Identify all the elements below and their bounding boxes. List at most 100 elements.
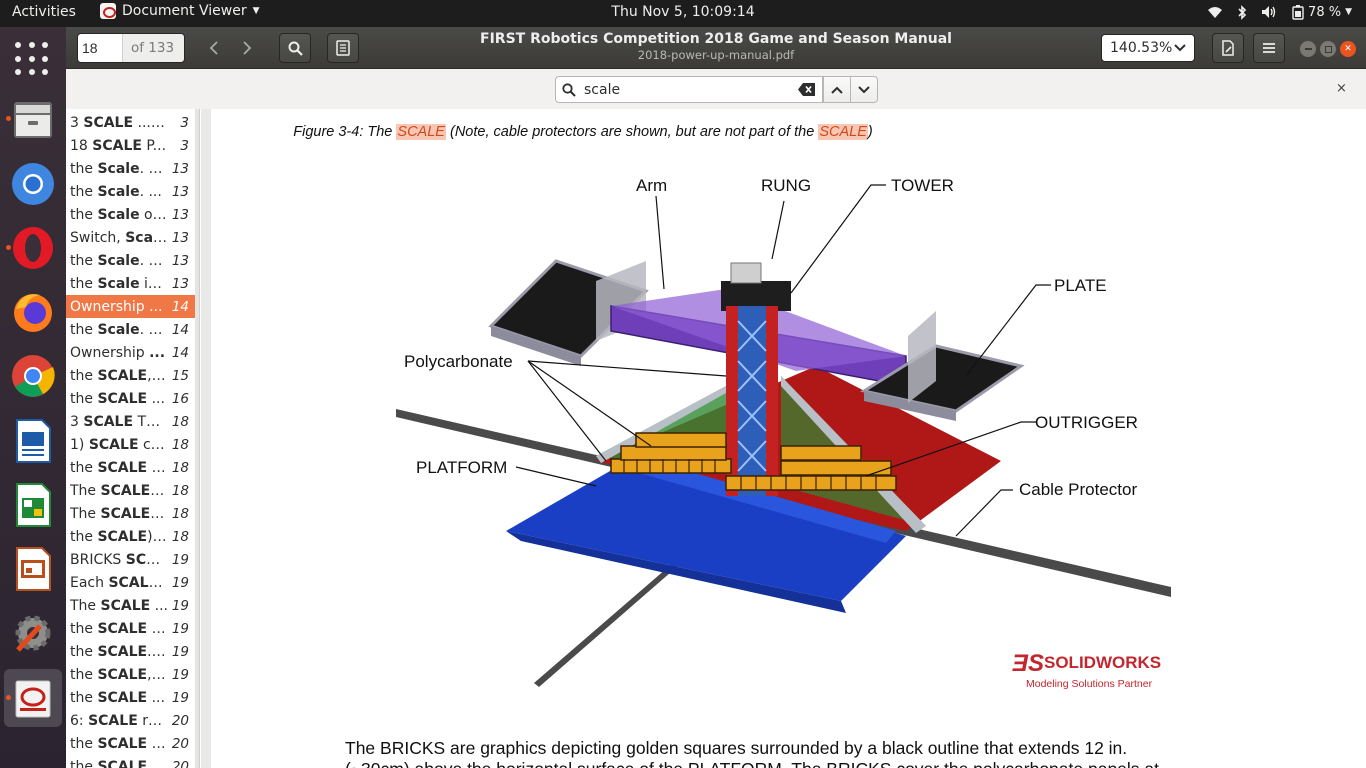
- body-line: The BRICKS are graphics depicting golden…: [345, 738, 1128, 758]
- search-result-row[interactable]: 6: SCALE ra... 20: [66, 709, 199, 732]
- search-result-row[interactable]: The SCALE f...18: [66, 479, 199, 502]
- snippet-text: The: [70, 482, 101, 499]
- chrome-icon: [12, 355, 55, 397]
- maximize-button[interactable]: [1320, 41, 1336, 57]
- search-result-row[interactable]: the Scale in ...13: [66, 272, 199, 295]
- clear-text-icon[interactable]: [798, 83, 816, 96]
- result-page-number: 19: [171, 666, 189, 683]
- label-platform: PLATFORM: [416, 458, 507, 477]
- opera-icon: [13, 227, 53, 269]
- body-line: (~30cm) above the horizontal surface of …: [345, 759, 1245, 768]
- search-result-row[interactable]: the SCALE a...18: [66, 456, 199, 479]
- result-snippet: The SCALE ...: [70, 598, 168, 614]
- app-menu-label: Document Viewer: [122, 3, 247, 19]
- annotations-button[interactable]: [1212, 33, 1244, 63]
- search-result-row[interactable]: the SCALE p...20: [66, 755, 199, 768]
- search-result-row[interactable]: the SCALE a...20: [66, 732, 199, 755]
- search-result-row[interactable]: the SCALE, ... 19: [66, 663, 199, 686]
- result-snippet: the Scale. T...: [70, 322, 168, 338]
- search-result-row[interactable]: the Scale. R... 13: [66, 249, 199, 272]
- result-page-number: 18: [171, 505, 189, 522]
- find-close-button[interactable]: ×: [1336, 81, 1347, 96]
- search-icon: [562, 82, 576, 97]
- activities-button[interactable]: Activities: [12, 4, 76, 20]
- dock-tools[interactable]: [4, 604, 62, 662]
- snippet-text: the: [70, 321, 98, 338]
- search-result-row[interactable]: Ownership ... 14: [66, 295, 199, 318]
- search-result-row[interactable]: the Scale. R... 13: [66, 157, 199, 180]
- scale-figure: Arm RUNG TOWER PLATE Polycarbonate OUTRI…: [396, 176, 1171, 690]
- result-page-number: 18: [171, 413, 189, 430]
- label-outrigger: OUTRIGGER: [1035, 413, 1138, 432]
- snippet-text: a...: [151, 459, 168, 476]
- result-snippet: the SCALE, ...: [70, 667, 168, 683]
- app-menu[interactable]: Document Viewer ▼: [100, 3, 260, 19]
- snippet-text: . T...: [139, 321, 168, 338]
- search-result-row[interactable]: Each SCALE... 19: [66, 571, 199, 594]
- dock-opera[interactable]: [4, 219, 62, 277]
- wifi-icon: [1208, 7, 1223, 18]
- result-page-number: 20: [171, 758, 189, 768]
- snippet-match: SCALE: [88, 712, 138, 729]
- close-window-button[interactable]: ✕: [1340, 41, 1356, 57]
- system-status[interactable]: 78 % ▼: [1207, 4, 1352, 20]
- find-previous-button[interactable]: [823, 76, 851, 103]
- dock-chromium[interactable]: [4, 155, 62, 213]
- show-applications-button[interactable]: [15, 42, 51, 78]
- search-result-row[interactable]: 18 SCALE P... 3: [66, 134, 199, 157]
- result-snippet: the SCALE p...: [70, 759, 168, 768]
- minimize-icon: [1304, 48, 1312, 50]
- bluetooth-icon: [1238, 4, 1247, 20]
- minimize-button[interactable]: [1300, 41, 1316, 57]
- grid-dot: [42, 55, 49, 62]
- dock-writer[interactable]: [4, 412, 62, 470]
- logo-subtext: Modeling Solutions Partner: [1026, 678, 1153, 690]
- dock-impress[interactable]: [4, 540, 62, 598]
- search-result-row[interactable]: the SCALE, ... 15: [66, 364, 199, 387]
- search-result-row[interactable]: The SCALE (...18: [66, 502, 199, 525]
- snippet-match: SCALE: [83, 114, 134, 131]
- result-snippet: the Scale. R...: [70, 253, 168, 269]
- search-result-row[interactable]: the SCALE ... 19: [66, 686, 199, 709]
- top-bar: Activities Document Viewer ▼ Thu Nov 5, …: [0, 0, 1366, 27]
- find-input[interactable]: scale: [555, 76, 823, 103]
- search-result-row[interactable]: the SCALE) ...18: [66, 525, 199, 548]
- snippet-match: SCALE: [92, 137, 142, 154]
- search-result-row[interactable]: the SCALE i... 19: [66, 617, 199, 640]
- search-result-row[interactable]: the Scale or... 13: [66, 203, 199, 226]
- snippet-match: Scale: [97, 160, 140, 177]
- snippet-text: the: [70, 160, 98, 177]
- snippet-text: , ...: [147, 367, 168, 384]
- search-result-row[interactable]: the Scale. T... 14: [66, 318, 199, 341]
- search-result-row[interactable]: Switch, Scal...13: [66, 226, 199, 249]
- result-page-number: 18: [171, 459, 189, 476]
- search-result-row[interactable]: the SCALE ... 16: [66, 387, 199, 410]
- sidebar-scrollbar[interactable]: [195, 109, 199, 768]
- dock-document-viewer[interactable]: [4, 669, 62, 727]
- menu-button[interactable]: [1253, 33, 1285, 63]
- dock-files[interactable]: [4, 90, 62, 148]
- snippet-text: p...: [151, 758, 168, 768]
- search-result-row[interactable]: BRICKS SCA...19: [66, 548, 199, 571]
- zoom-selector[interactable]: 140.53%: [1101, 34, 1195, 62]
- dock-calc[interactable]: [4, 476, 62, 534]
- chevron-down-icon: ▼: [252, 6, 260, 16]
- clock[interactable]: Thu Nov 5, 10:09:14: [611, 4, 754, 20]
- find-next-button[interactable]: [850, 76, 878, 103]
- result-page-number: 13: [171, 183, 189, 200]
- search-result-row[interactable]: The SCALE ... 19: [66, 594, 199, 617]
- search-result-row[interactable]: the Scale. ... 13: [66, 180, 199, 203]
- search-result-row[interactable]: the SCALE. I...19: [66, 640, 199, 663]
- dock-firefox[interactable]: [4, 283, 62, 341]
- search-result-row[interactable]: 1) SCALE ce...18: [66, 433, 199, 456]
- document-view[interactable]: Figure 3-4: The SCALE (Note, cable prote…: [201, 109, 1366, 768]
- search-result-row[interactable]: 3 SCALE Th... 18: [66, 410, 199, 433]
- snippet-text: the: [70, 689, 98, 706]
- snippet-match: SCALE: [97, 758, 148, 768]
- dock-chrome[interactable]: [4, 347, 62, 405]
- snippet-text: in ...: [144, 275, 168, 292]
- search-result-row[interactable]: Ownership ... 14: [66, 341, 199, 364]
- result-page-number: 14: [171, 321, 189, 338]
- search-result-row[interactable]: 3 SCALE ........3: [66, 111, 199, 134]
- result-page-number: 16: [171, 390, 189, 407]
